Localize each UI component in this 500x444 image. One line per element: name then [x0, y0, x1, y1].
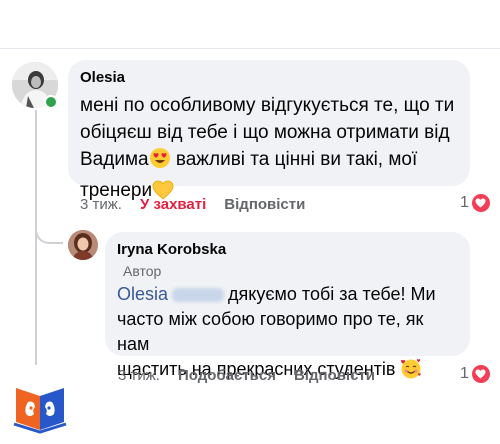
comment-text-line: обіцяєш від тебе і що можна отримати від — [80, 122, 450, 143]
comment-author[interactable]: Olesia — [80, 68, 458, 88]
comment-text-segment: Вадима — [80, 149, 149, 170]
heart-eyes-emoji-icon — [149, 147, 171, 177]
comment-text: мені по особливому відгукується те, що т… — [80, 92, 458, 208]
reply-timestamp[interactable]: 3 тиж. — [118, 367, 160, 384]
avatar-iryna[interactable] — [68, 230, 98, 260]
comment-text-segment: важливі та цінні ви такі, мої — [170, 149, 418, 170]
comment-timestamp[interactable]: 3 тиж. — [80, 196, 122, 213]
reply-reaction-count[interactable]: 1 — [460, 365, 490, 383]
heart-reaction-icon — [471, 365, 490, 383]
top-divider — [0, 48, 500, 49]
reply-button[interactable]: Відповісти — [224, 196, 305, 213]
online-status-dot — [44, 95, 58, 109]
reply-text-segment: дякуємо тобі за тебе! Ми — [228, 284, 436, 304]
reply-text-line: часто між собою говоримо про те, як нам — [117, 309, 424, 354]
reply-text-line: Olesia дякуємо тобі за тебе! Ми — [117, 282, 458, 307]
thread-connector — [35, 212, 63, 244]
love-reaction-button[interactable]: У захваті — [140, 196, 206, 213]
smiling-face-with-hearts-emoji-icon — [400, 357, 422, 386]
comment-text-line: Вадима важливі та цінні ви такі, мої — [80, 146, 458, 177]
reaction-count-label: 1 — [460, 194, 469, 211]
like-button[interactable]: Подобається — [178, 367, 276, 384]
comment-actions: 3 тиж. У захваті Відповісти — [80, 196, 305, 213]
open-book-faces-logo — [12, 380, 68, 434]
comment-reaction-count[interactable]: 1 — [460, 194, 490, 212]
author-badge: Автор — [123, 263, 162, 279]
reply-actions: 3 тиж. Подобається Відповісти — [118, 367, 375, 384]
reaction-count-label: 1 — [460, 365, 469, 382]
avatar-photo-icon — [68, 230, 98, 260]
comment-text-line: мені по особливому відгукується те, що т… — [80, 95, 455, 116]
comment-bubble: Olesia мені по особливому відгукується т… — [68, 60, 470, 201]
blurred-surname — [172, 288, 225, 303]
reply-bubble: Iryna Korobska Автор Olesia дякуємо тобі … — [105, 232, 470, 379]
reply-button[interactable]: Відповісти — [294, 367, 375, 384]
reply-author[interactable]: Iryna Korobska — [117, 240, 458, 260]
mention-link[interactable]: Olesia — [117, 284, 168, 304]
heart-reaction-icon — [471, 194, 490, 212]
